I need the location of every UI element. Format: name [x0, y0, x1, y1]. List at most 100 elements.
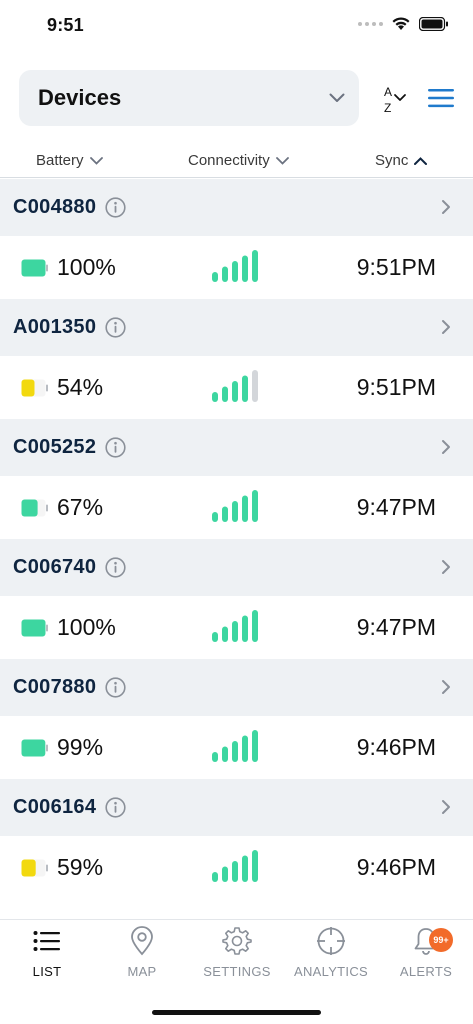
sort-az-icon[interactable]: A Z: [381, 83, 413, 115]
info-icon[interactable]: [105, 197, 126, 218]
device-row[interactable]: 67% 9:47PM: [0, 476, 473, 539]
battery-icon: [21, 739, 48, 757]
status-bar: 9:51: [0, 0, 473, 54]
signal-strength-icon: [212, 250, 258, 282]
device-header[interactable]: C005252: [0, 419, 473, 476]
device-row[interactable]: 54% 9:51PM: [0, 356, 473, 419]
info-icon[interactable]: [105, 677, 126, 698]
signal-bar: [212, 512, 218, 522]
alerts-badge: 99+: [429, 928, 453, 952]
tab-map[interactable]: MAP: [95, 926, 189, 986]
battery-icon: [21, 619, 48, 637]
device-id: A001350: [13, 316, 97, 338]
signal-strength-icon: [212, 610, 258, 642]
chevron-right-icon: [442, 440, 450, 454]
column-headers: Battery Connectivity Sync: [0, 146, 473, 178]
device-header[interactable]: C006740: [0, 539, 473, 596]
tab-label: LIST: [32, 964, 62, 979]
tab-alerts[interactable]: 99+ ALERTS: [379, 926, 473, 986]
tab-settings[interactable]: SETTINGS: [190, 926, 284, 986]
signal-bar: [212, 872, 218, 882]
signal-bar: [212, 632, 218, 642]
device-id: C006740: [13, 556, 97, 578]
chevron-down-icon: [275, 156, 289, 165]
device-id: C006164: [13, 796, 97, 818]
chevron-right-icon: [442, 200, 450, 214]
crosshair-icon: [316, 926, 346, 956]
tab-label: SETTINGS: [203, 964, 271, 979]
signal-bar: [252, 370, 258, 402]
tab-analytics[interactable]: ANALYTICS: [284, 926, 378, 986]
device-item: C006740 100% 9:47PM: [0, 539, 473, 659]
battery-column-sort[interactable]: Battery: [36, 152, 103, 169]
tab-label: ANALYTICS: [294, 964, 368, 979]
sync-time: 9:47PM: [356, 614, 436, 640]
battery-percent: 54%: [57, 374, 104, 400]
signal-bar: [212, 752, 218, 762]
tab-label: ALERTS: [399, 964, 453, 979]
signal-strength-icon: [212, 850, 258, 882]
signal-bar: [232, 501, 238, 522]
map-pin-icon: [127, 926, 157, 956]
chevron-right-icon: [442, 560, 450, 574]
sync-time: 9:51PM: [356, 254, 436, 280]
signal-bar: [242, 855, 248, 882]
signal-bar: [252, 610, 258, 642]
device-id: C004880: [13, 196, 97, 218]
device-header[interactable]: C007880: [0, 659, 473, 716]
signal-bar: [252, 250, 258, 282]
signal-bar: [212, 392, 218, 402]
device-type-label: Devices: [38, 84, 122, 110]
home-indicator: [152, 1010, 321, 1015]
device-row[interactable]: 99% 9:46PM: [0, 716, 473, 779]
menu-icon[interactable]: [428, 87, 454, 109]
signal-bar: [222, 866, 228, 882]
device-item: C007880 99% 9:46PM: [0, 659, 473, 779]
device-type-dropdown[interactable]: Devices: [19, 69, 359, 126]
header: Devices A Z: [19, 69, 454, 126]
signal-bar: [242, 375, 248, 402]
svg-text:Z: Z: [384, 101, 391, 115]
battery-percent: 100%: [57, 614, 116, 640]
info-icon[interactable]: [105, 437, 126, 458]
connectivity-column-sort[interactable]: Connectivity: [188, 152, 289, 169]
battery-icon: [21, 379, 48, 397]
device-header[interactable]: A001350: [0, 299, 473, 356]
signal-strength-icon: [212, 730, 258, 762]
sync-time: 9:46PM: [356, 734, 436, 760]
signal-bar: [232, 261, 238, 282]
status-time: 9:51: [47, 15, 84, 35]
device-list: C004880 100% 9:51PM A001350 54% 9:51PM C…: [0, 179, 473, 919]
device-row[interactable]: 59% 9:46PM: [0, 836, 473, 899]
device-header[interactable]: C006164: [0, 779, 473, 836]
signal-bar: [232, 621, 238, 642]
device-row[interactable]: 100% 9:47PM: [0, 596, 473, 659]
device-header[interactable]: C004880: [0, 179, 473, 236]
info-icon[interactable]: [105, 317, 126, 338]
device-item: A001350 54% 9:51PM: [0, 299, 473, 419]
sync-time: 9:46PM: [356, 854, 436, 880]
signal-bar: [222, 386, 228, 402]
wifi-icon: [392, 17, 410, 30]
chevron-down-icon: [89, 156, 103, 165]
battery-icon: [21, 499, 48, 517]
battery-percent: 59%: [57, 854, 104, 880]
svg-text:A: A: [384, 85, 392, 99]
sync-column-label: Sync: [375, 152, 409, 169]
info-icon[interactable]: [105, 557, 126, 578]
signal-bar: [212, 272, 218, 282]
tab-bar: LIST MAP SETTINGS ANALYTICS 99+ ALERTS: [0, 919, 473, 1024]
sync-time: 9:51PM: [356, 374, 436, 400]
tab-list[interactable]: LIST: [0, 926, 94, 986]
signal-bar: [232, 861, 238, 882]
sync-column-sort[interactable]: Sync: [375, 152, 428, 169]
battery-status-icon: [419, 16, 448, 31]
info-icon[interactable]: [105, 797, 126, 818]
list-icon: [32, 926, 62, 956]
signal-bar: [242, 495, 248, 522]
device-row[interactable]: 100% 9:51PM: [0, 236, 473, 299]
battery-percent: 100%: [57, 254, 116, 280]
signal-bar: [242, 255, 248, 282]
chevron-down-icon: [329, 93, 345, 102]
signal-bar: [222, 266, 228, 282]
